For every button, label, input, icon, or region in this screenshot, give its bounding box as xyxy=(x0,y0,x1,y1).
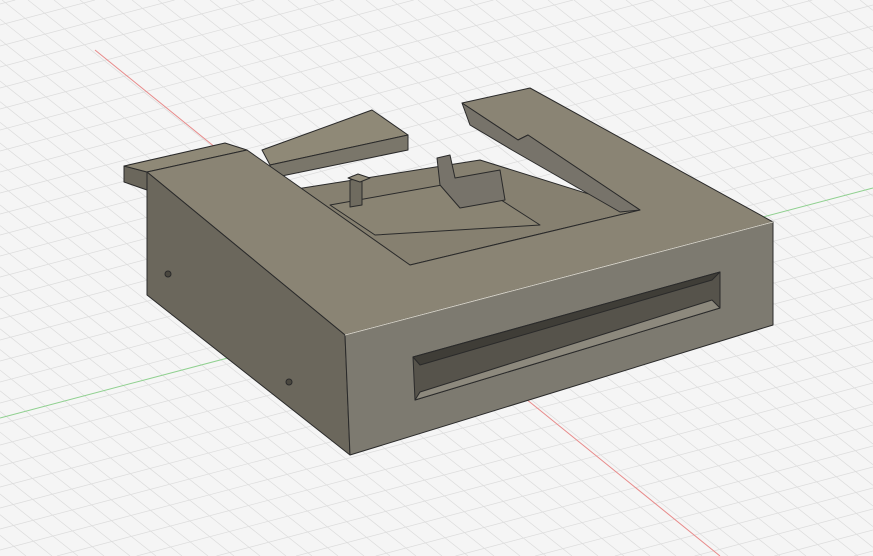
grid-line xyxy=(614,487,873,556)
grid-line xyxy=(755,0,873,94)
grid-line xyxy=(703,0,873,135)
grid-line xyxy=(0,0,335,89)
grid-line xyxy=(781,0,873,73)
grid-line xyxy=(0,0,175,47)
grid-line xyxy=(859,0,873,11)
grid-line xyxy=(455,445,873,556)
screw-hole-icon xyxy=(164,270,172,278)
grid-line xyxy=(729,0,873,114)
grid-line xyxy=(0,514,53,556)
grid-line xyxy=(853,550,873,556)
grid-line xyxy=(0,473,105,556)
grid-line xyxy=(651,0,873,176)
grid-line xyxy=(0,0,494,131)
grid-line xyxy=(0,0,414,110)
grid-line xyxy=(677,0,873,156)
grid-line xyxy=(0,0,255,68)
viewport-canvas[interactable] xyxy=(0,0,873,556)
screw-hole-icon xyxy=(285,378,293,386)
cad-viewport[interactable] xyxy=(0,0,873,556)
grid-line xyxy=(375,424,873,556)
grid-line xyxy=(0,452,131,556)
grid-line xyxy=(0,535,27,556)
grid-line xyxy=(694,508,873,556)
grid-line xyxy=(833,0,873,32)
grid-line xyxy=(0,369,235,556)
